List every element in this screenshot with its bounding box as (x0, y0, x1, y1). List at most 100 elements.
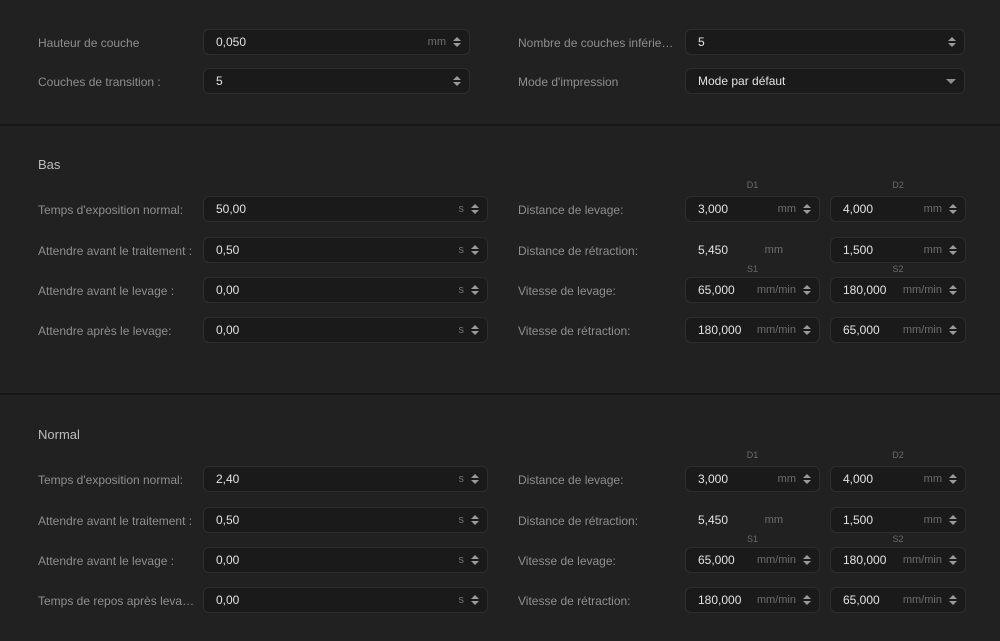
unit-label: s (459, 594, 465, 606)
field-value: 65,000 (698, 283, 757, 297)
bottom-lift-distance-d2-input[interactable]: 4,000 mm (830, 196, 966, 222)
stepper-icon[interactable] (471, 595, 479, 605)
unit-label: mm (765, 244, 783, 256)
unit-label: mm (778, 203, 796, 215)
print-mode-select[interactable]: Mode par défaut (685, 68, 965, 94)
field-value: 50,00 (216, 202, 459, 216)
stepper-icon[interactable] (949, 595, 957, 605)
print-mode-label: Mode d'impression (518, 75, 680, 89)
unit-label: mm (924, 514, 942, 526)
stepper-icon[interactable] (803, 555, 811, 565)
field-value: 65,000 (698, 553, 757, 567)
normal-retract-distance-d2-input[interactable]: 1,500 mm (830, 507, 966, 533)
bottom-lift-speed-label: Vitesse de levage: (518, 284, 680, 298)
unit-label: s (459, 514, 465, 526)
layer-height-input[interactable]: 0,050 mm (203, 29, 470, 55)
field-value: 0,50 (216, 513, 459, 527)
normal-wait-before-lift-input[interactable]: 0,00 s (203, 547, 488, 573)
field-value: 0,00 (216, 593, 459, 607)
bottom-exposure-time-input[interactable]: 50,00 s (203, 196, 488, 222)
stepper-icon[interactable] (949, 555, 957, 565)
field-value: 180,000 (843, 553, 903, 567)
col-header-s1: S1 (685, 264, 820, 274)
bottom-wait-before-lift-label: Attendre avant le levage : (38, 284, 198, 298)
field-value: 180,000 (843, 283, 903, 297)
stepper-icon[interactable] (471, 245, 479, 255)
normal-retract-speed-s2-input[interactable]: 65,000 mm/min (830, 587, 966, 613)
stepper-icon[interactable] (453, 37, 461, 47)
stepper-icon[interactable] (949, 245, 957, 255)
normal-lift-speed-s1-input[interactable]: 65,000 mm/min (685, 547, 820, 573)
unit-label: s (459, 244, 465, 256)
normal-lift-speed-s2-input[interactable]: 180,000 mm/min (830, 547, 966, 573)
unit-label: s (459, 203, 465, 215)
stepper-icon[interactable] (803, 285, 811, 295)
stepper-icon[interactable] (453, 76, 461, 86)
unit-label: mm/min (757, 324, 796, 336)
stepper-icon[interactable] (949, 474, 957, 484)
stepper-icon[interactable] (803, 325, 811, 335)
bottom-layers-input[interactable]: 5 (685, 29, 965, 55)
normal-wait-before-cure-input[interactable]: 0,50 s (203, 507, 488, 533)
bottom-wait-after-lift-label: Attendre après le levage: (38, 324, 198, 338)
bottom-wait-before-cure-label: Attendre avant le traitement : (38, 244, 198, 258)
stepper-icon[interactable] (803, 204, 811, 214)
bottom-wait-before-cure-input[interactable]: 0,50 s (203, 237, 488, 263)
stepper-icon[interactable] (949, 325, 957, 335)
col-header-d1: D1 (685, 180, 820, 190)
field-value: 0,00 (216, 323, 459, 337)
bottom-wait-after-lift-input[interactable]: 0,00 s (203, 317, 488, 343)
bottom-lift-distance-d1-input[interactable]: 3,000 mm (685, 196, 820, 222)
stepper-icon[interactable] (471, 555, 479, 565)
bottom-layers-label: Nombre de couches inférieu… (518, 36, 680, 50)
field-value: 4,000 (843, 472, 924, 486)
stepper-icon[interactable] (471, 204, 479, 214)
bottom-retract-distance-label: Distance de rétraction: (518, 244, 680, 258)
transition-layers-value: 5 (216, 74, 453, 88)
bottom-lift-speed-s1-input[interactable]: 65,000 mm/min (685, 277, 820, 303)
col-header-d2: D2 (830, 450, 966, 460)
stepper-icon[interactable] (803, 474, 811, 484)
unit-label: s (459, 473, 465, 485)
bottom-retract-speed-s1-input[interactable]: 180,000 mm/min (685, 317, 820, 343)
bottom-lift-speed-s2-input[interactable]: 180,000 mm/min (830, 277, 966, 303)
unit-label: mm/min (757, 284, 796, 296)
print-mode-value: Mode par défaut (698, 74, 946, 88)
normal-lift-distance-d1-input[interactable]: 3,000 mm (685, 466, 820, 492)
normal-retract-speed-label: Vitesse de rétraction: (518, 594, 680, 608)
transition-layers-input[interactable]: 5 (203, 68, 470, 94)
bottom-retract-distance-d2-input[interactable]: 1,500 mm (830, 237, 966, 263)
stepper-icon[interactable] (949, 515, 957, 525)
unit-label: mm/min (757, 594, 796, 606)
col-header-s2: S2 (830, 264, 966, 274)
normal-rest-after-lift-input[interactable]: 0,00 s (203, 587, 488, 613)
stepper-icon[interactable] (949, 285, 957, 295)
stepper-icon[interactable] (948, 37, 956, 47)
bottom-wait-before-lift-input[interactable]: 0,00 s (203, 277, 488, 303)
col-header-s1: S1 (685, 534, 820, 544)
transition-layers-label: Couches de transition : (38, 75, 198, 89)
field-value: 180,000 (698, 593, 757, 607)
field-value: 2,40 (216, 472, 459, 486)
stepper-icon[interactable] (803, 595, 811, 605)
normal-lift-distance-d2-input[interactable]: 4,000 mm (830, 466, 966, 492)
normal-retract-speed-s1-input[interactable]: 180,000 mm/min (685, 587, 820, 613)
stepper-icon[interactable] (471, 515, 479, 525)
field-value: 4,000 (843, 202, 924, 216)
stepper-icon[interactable] (471, 285, 479, 295)
field-value: 0,00 (216, 553, 459, 567)
stepper-icon[interactable] (471, 474, 479, 484)
unit-label: mm (924, 244, 942, 256)
section-divider (0, 393, 1000, 395)
bottom-retract-speed-s2-input[interactable]: 65,000 mm/min (830, 317, 966, 343)
field-value: 3,000 (698, 202, 778, 216)
unit-label: s (459, 284, 465, 296)
unit-label: mm/min (757, 554, 796, 566)
normal-rest-after-lift-label: Temps de repos après levage: (38, 594, 198, 608)
stepper-icon[interactable] (471, 325, 479, 335)
section-divider (0, 124, 1000, 126)
normal-exposure-time-input[interactable]: 2,40 s (203, 466, 488, 492)
unit-label: mm/min (903, 594, 942, 606)
stepper-icon[interactable] (949, 204, 957, 214)
field-value: 65,000 (843, 323, 903, 337)
